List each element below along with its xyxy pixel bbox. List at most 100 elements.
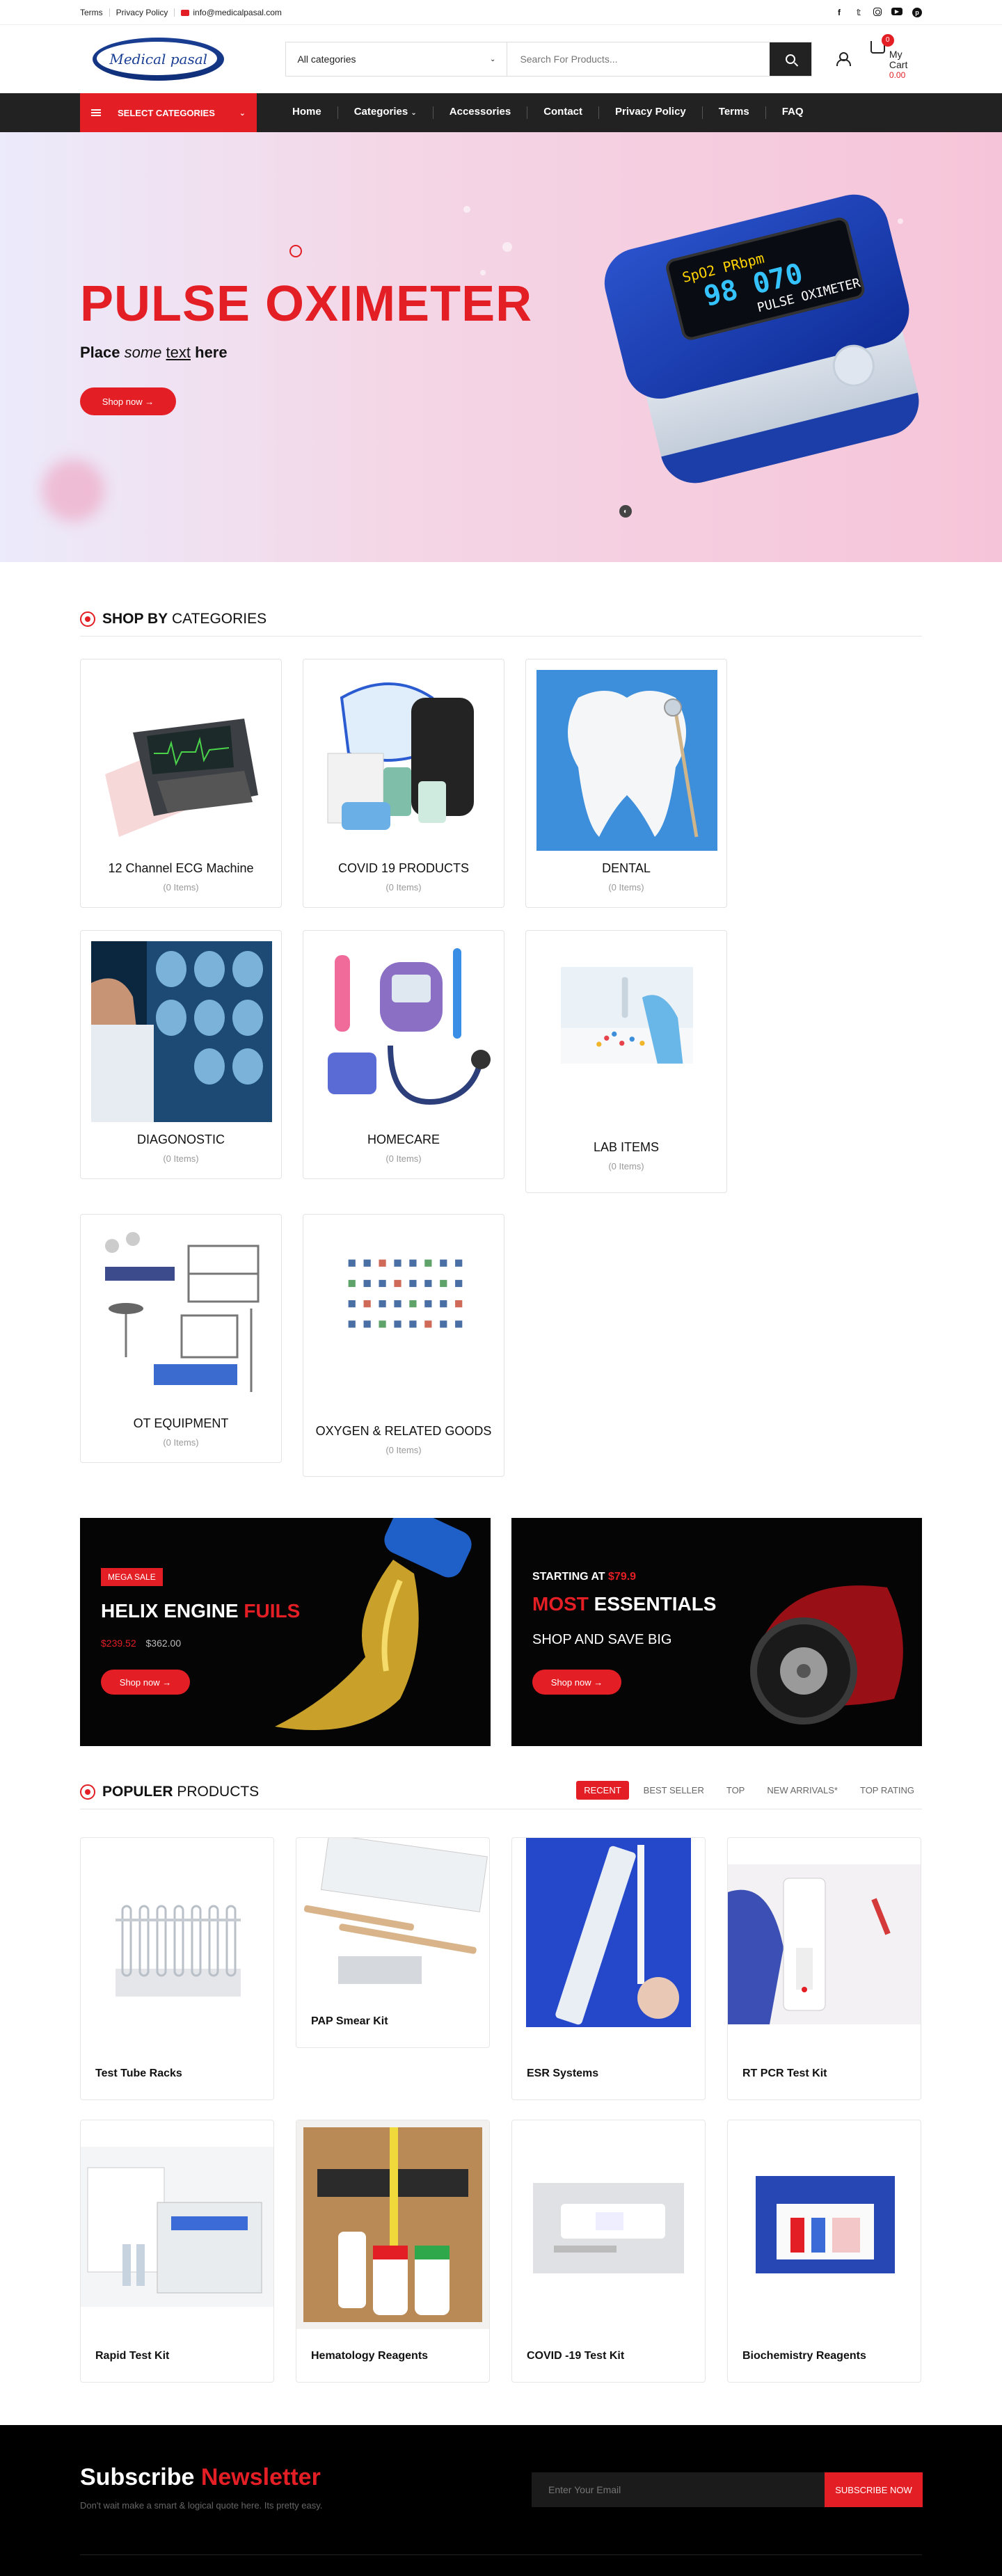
heading-rest: CATEGORIES [168,611,267,627]
category-name: DENTAL [602,861,651,875]
product-card[interactable]: COVID -19 Test Kit [511,2120,706,2383]
promo-banner-engine-fuels[interactable]: MEGA SALE HELIX ENGINE FUILS $239.52 $36… [80,1518,491,1746]
nav-contact[interactable]: Contact [527,106,600,119]
decorative-dot [463,206,470,213]
banner-title-red: MOST [532,1593,589,1615]
product-card[interactable]: RT PCR Test Kit [727,1837,921,2100]
search-button[interactable] [770,42,812,76]
category-count: (0 Items) [163,1153,199,1164]
social-links: f 𝕥 ▶ p [834,8,922,17]
product-card[interactable]: ESR Systems [511,1837,706,2100]
product-card[interactable]: Hematology Reagents [296,2120,490,2383]
user-account-icon[interactable] [836,51,852,67]
tab-top[interactable]: TOP [719,1781,753,1800]
nav-home[interactable]: Home [276,106,338,119]
hero-banner: PULSE OXIMETER Place some text here Shop… [0,132,1002,562]
category-count: (0 Items) [385,1445,422,1455]
promo-banner-most-essentials[interactable]: STARTING AT $79.9 MOST ESSENTIALS SHOP A… [511,1518,922,1746]
category-card[interactable]: HOMECARE (0 Items) [303,930,504,1179]
email-contact[interactable]: info@medicalpasal.com [175,8,282,17]
ecg-machine-image [105,719,258,837]
nav-accessories[interactable]: Accessories [434,106,528,119]
site-logo[interactable]: Medical pasal [93,38,225,81]
decorative-dot [898,218,903,224]
cart-button[interactable]: 0 My Cart 0.00 [870,33,922,81]
email-field[interactable] [532,2472,825,2507]
tab-top-rating[interactable]: TOP RATING [852,1781,922,1800]
facebook-icon[interactable]: f [834,8,844,17]
category-select[interactable]: All categories ⌄ [286,42,508,76]
dental-image [536,670,717,851]
category-card[interactable]: COVID 19 PRODUCTS (0 Items) [303,659,504,908]
starting-price: $79.9 [608,1571,637,1583]
category-count: (0 Items) [608,882,644,893]
product-card[interactable]: Biochemistry Reagents [727,2120,921,2383]
product-card[interactable]: Test Tube Racks [80,1837,274,2100]
tab-best-seller[interactable]: BEST SELLER [636,1781,712,1800]
banner-shop-now-button[interactable]: Shop now → [532,1670,621,1695]
covid-products-image [327,682,474,830]
main-nav: SELECT CATEGORIES ⌄ Home Categories ⌄ Ac… [0,93,1002,132]
shop-by-categories-section: SHOP BY CATEGORIES 12 Channel ECG Machin… [80,611,922,1480]
categories-heading: SHOP BY CATEGORIES [102,611,267,627]
price-new: $239.52 [101,1638,136,1649]
product-name: Hematology Reagents [311,2350,429,2362]
youtube-icon[interactable]: ▶ [891,8,902,15]
newsletter-title-white: Subscribe [80,2464,201,2490]
tab-new-arrivals[interactable]: NEW ARRIVALS* [759,1781,845,1800]
homecare-image [328,948,491,1105]
heading-bullet-icon [80,611,95,627]
rapid-test-kit-image [81,2147,273,2307]
select-categories-button[interactable]: SELECT CATEGORIES ⌄ [80,93,257,132]
nav-categories[interactable]: Categories ⌄ [338,106,434,119]
category-count: (0 Items) [163,1437,199,1448]
newsletter-section: Subscribe Newsletter Don't wait make a s… [0,2425,1002,2576]
heading-bullet-icon [80,1784,95,1800]
products-heading: POPULER PRODUCTS [102,1784,259,1800]
top-bar: Terms Privacy Policy info@medicalpasal.c… [0,0,1002,25]
nav-privacy-policy[interactable]: Privacy Policy [599,106,703,119]
pulse-oximeter-image: SpO2 PRbpm 98 070 PULSE OXIMETER [594,174,946,528]
nav-terms[interactable]: Terms [703,106,766,119]
category-count: (0 Items) [385,1153,422,1164]
product-name: ESR Systems [527,2067,599,2079]
pinterest-icon[interactable]: p [912,8,922,17]
hero-shop-now-button[interactable]: Shop now → [80,387,176,415]
category-count: (0 Items) [163,882,199,893]
nav-faq[interactable]: FAQ [766,106,820,119]
diagnostic-image [91,941,272,1122]
banner-shop-now-button[interactable]: Shop now → [101,1670,190,1695]
banner-title-white: HELIX ENGINE [101,1600,244,1622]
top-links: Terms Privacy Policy info@medicalpasal.c… [80,8,282,17]
category-card[interactable]: OXYGEN & RELATED GOODS (0 Items) [303,1214,504,1477]
terms-link[interactable]: Terms [80,8,110,17]
search-input[interactable] [507,42,770,76]
header: Medical pasal All categories ⌄ 0 My Cart… [0,25,1002,93]
decorative-dot [480,270,486,275]
newsletter-form: SUBSCRIBE NOW [532,2472,923,2507]
accessibility-icon[interactable]: ◐ [619,505,632,518]
product-card[interactable]: Rapid Test Kit [80,2120,274,2383]
twitter-icon[interactable]: 𝕥 [854,8,864,17]
category-card[interactable]: OT EQUIPMENT (0 Items) [80,1214,282,1463]
chevron-down-icon: ⌄ [490,55,496,63]
category-card[interactable]: DIAGONOSTIC (0 Items) [80,930,282,1179]
chevron-down-icon: ⌄ [239,109,246,118]
category-card[interactable]: DENTAL (0 Items) [525,659,727,908]
banner-title-white: ESSENTIALS [588,1593,717,1615]
instagram-icon[interactable] [873,8,882,16]
biochemistry-reagents-image [756,2176,895,2273]
tab-recent[interactable]: RECENT [576,1781,629,1800]
subscribe-button[interactable]: SUBSCRIBE NOW [825,2472,923,2507]
product-name: Test Tube Racks [95,2067,182,2079]
tire-image [750,1585,903,1725]
category-card[interactable]: LAB ITEMS (0 Items) [525,930,727,1193]
decorative-dot [502,242,512,252]
category-card[interactable]: 12 Channel ECG Machine (0 Items) [80,659,282,908]
esr-systems-image [526,1838,691,2027]
banner-title: HELIX ENGINE FUILS [101,1600,300,1622]
divider [80,2554,922,2555]
privacy-policy-link[interactable]: Privacy Policy [110,8,175,17]
product-card[interactable]: PAP Smear Kit [296,1837,490,2048]
hero-subtitle-italic: some [124,344,162,361]
